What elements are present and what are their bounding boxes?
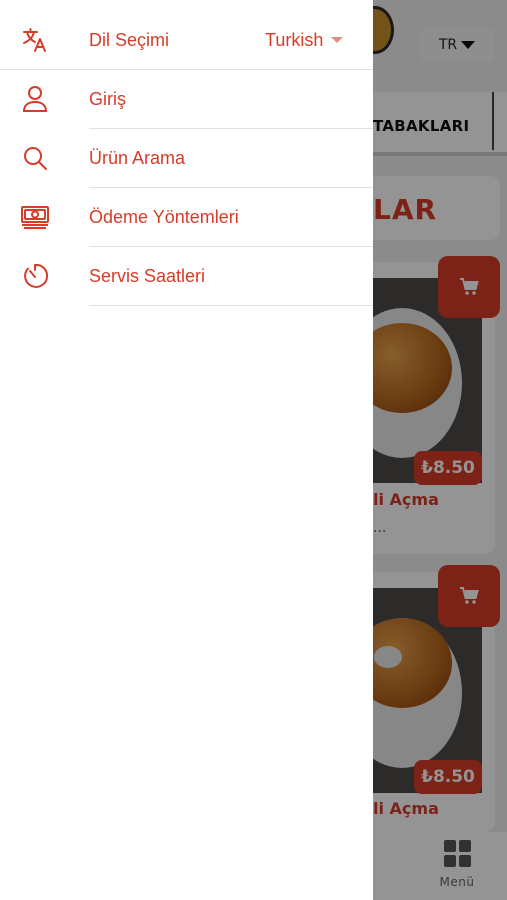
drawer-item-search[interactable]: Ürün Arama — [0, 129, 373, 187]
drawer-item-payment-methods[interactable]: Ödeme Yöntemleri — [0, 188, 373, 246]
drawer-item-label: Giriş — [89, 88, 126, 109]
drawer-item-login[interactable]: Giriş — [0, 70, 373, 128]
drawer-divider — [89, 305, 373, 306]
language-label: Dil Seçimi — [89, 29, 170, 50]
search-icon — [20, 143, 50, 173]
side-drawer: Dil Seçimi Turkish Giriş Ürün Arama Ödem… — [0, 0, 373, 900]
translate-icon — [20, 25, 50, 55]
drawer-item-label: Ürün Arama — [89, 147, 186, 168]
drawer-item-service-hours[interactable]: Servis Saatleri — [0, 247, 373, 305]
language-select[interactable]: Turkish — [265, 26, 344, 54]
cash-icon — [20, 202, 50, 232]
user-icon — [20, 84, 50, 114]
language-select-value: Turkish — [265, 29, 324, 50]
chevron-down-icon — [331, 37, 344, 43]
drawer-item-label: Ödeme Yöntemleri — [89, 206, 239, 227]
drawer-item-label: Servis Saatleri — [89, 265, 206, 286]
timer-icon — [20, 261, 50, 291]
